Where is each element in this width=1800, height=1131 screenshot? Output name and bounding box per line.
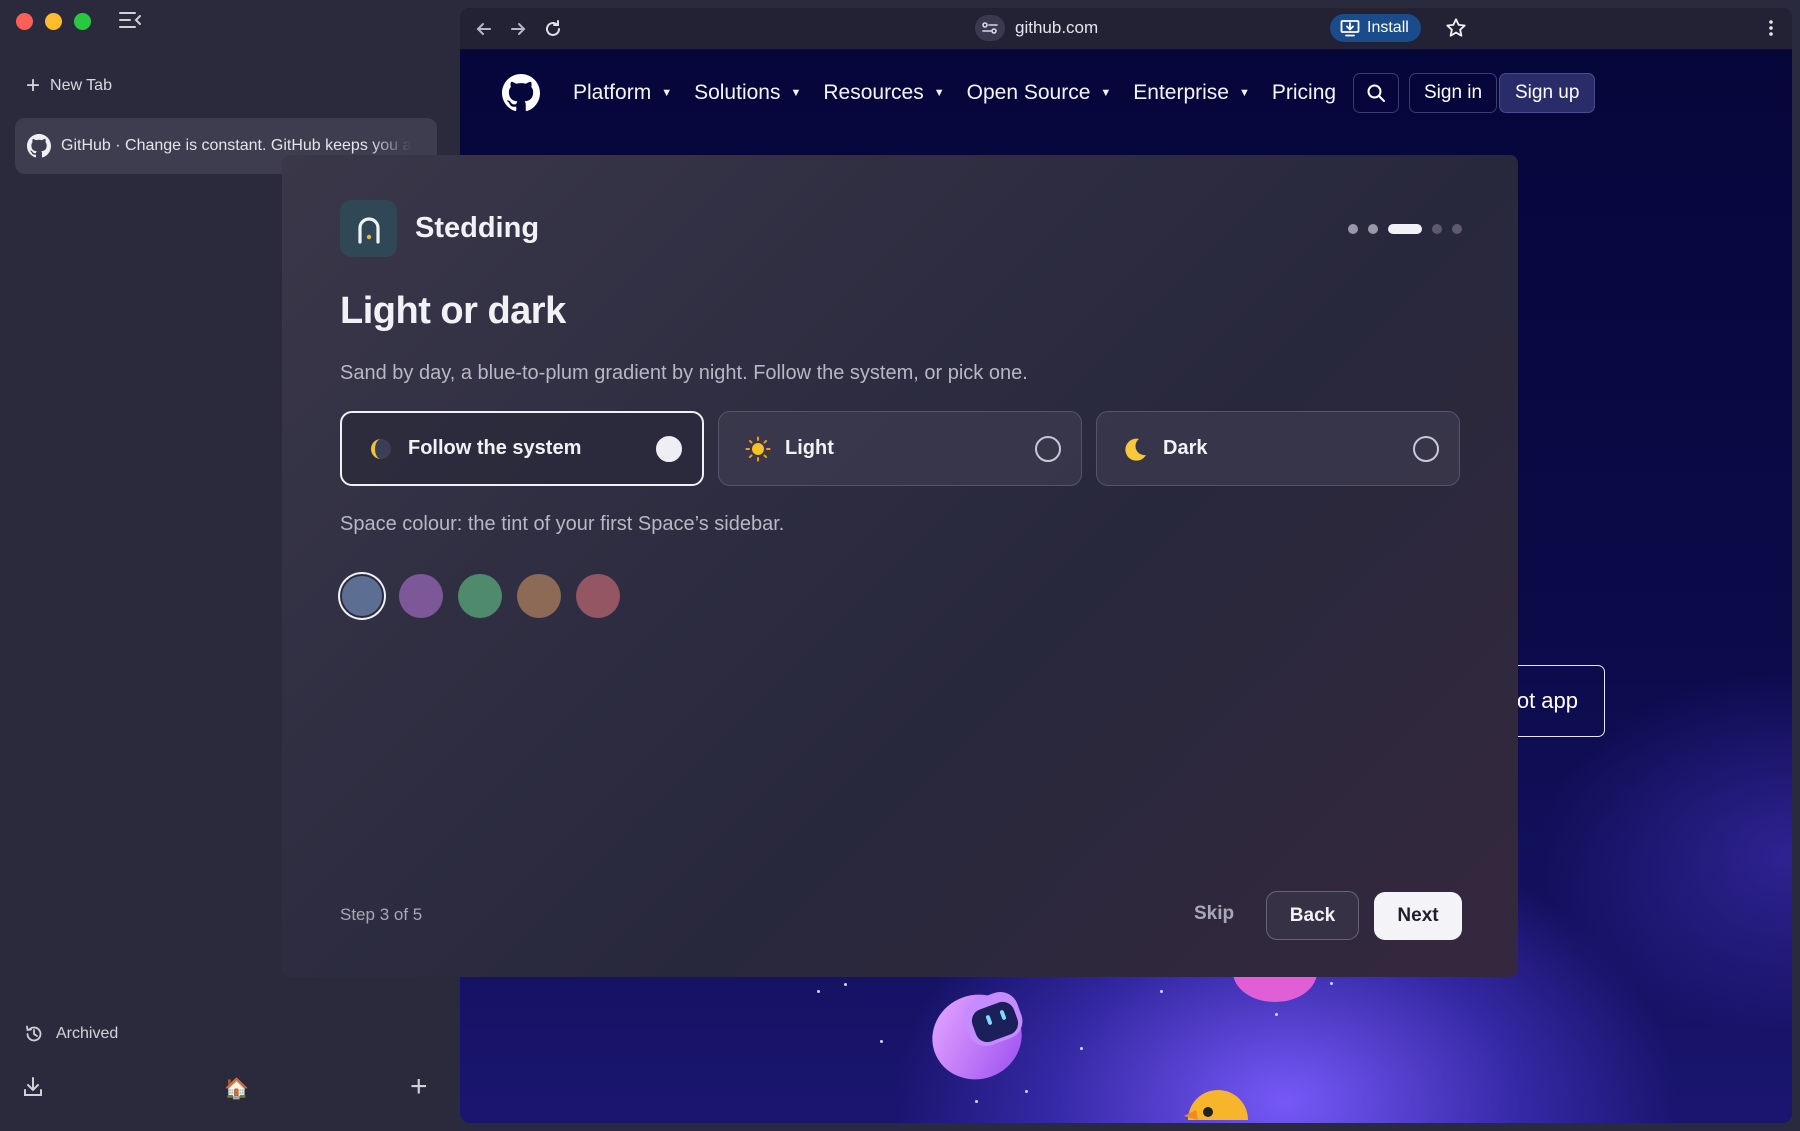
- address-bar[interactable]: github.com: [975, 15, 1098, 41]
- copilot-robot-illustration: [932, 991, 1023, 1080]
- close-window-button[interactable]: [16, 13, 33, 30]
- history-icon: [26, 1025, 42, 1042]
- swatch-rose[interactable]: [576, 574, 620, 618]
- more-menu-icon[interactable]: [1768, 18, 1774, 43]
- theme-option-label: Follow the system: [408, 437, 582, 459]
- half-moon-icon: [368, 436, 394, 462]
- window-controls: [16, 13, 91, 30]
- add-space-button[interactable]: +: [410, 1070, 428, 1104]
- swatch-green[interactable]: [458, 574, 502, 618]
- skip-button[interactable]: Skip: [1178, 890, 1250, 938]
- sidebar-toggle-icon[interactable]: [118, 10, 144, 32]
- nav-enterprise[interactable]: Enterprise ▼: [1133, 81, 1250, 105]
- plus-icon: +: [26, 72, 41, 99]
- next-button[interactable]: Next: [1374, 892, 1462, 940]
- swatch-brown[interactable]: [517, 574, 561, 618]
- nav-platform[interactable]: Platform ▼: [573, 81, 672, 105]
- crescent-moon-icon: [1123, 436, 1149, 462]
- sidebar-bottom-bar: 🏠 +: [22, 1070, 438, 1104]
- new-tab-label: New Tab: [50, 77, 112, 94]
- step-counter: Step 3 of 5: [340, 905, 423, 924]
- site-settings-icon[interactable]: [975, 15, 1005, 41]
- github-logo-icon[interactable]: [502, 74, 540, 112]
- radio-unselected[interactable]: [1413, 435, 1439, 462]
- step-progress-indicator: [1348, 224, 1462, 234]
- radio-selected[interactable]: [656, 435, 682, 462]
- stedding-logo-icon: [340, 200, 397, 257]
- minimize-window-button[interactable]: [45, 13, 62, 30]
- theme-option-system[interactable]: Follow the system: [340, 411, 704, 486]
- new-tab-button[interactable]: + New Tab: [26, 74, 112, 98]
- nav-open-source[interactable]: Open Source ▼: [967, 81, 1112, 105]
- nav-pricing[interactable]: Pricing: [1272, 81, 1336, 105]
- maximize-window-button[interactable]: [74, 13, 91, 30]
- theme-option-dark[interactable]: Dark: [1096, 411, 1460, 486]
- github-header: Platform ▼ Solutions ▼ Resources ▼ Open Sou…: [460, 50, 1792, 142]
- radio-unselected[interactable]: [1035, 435, 1061, 462]
- duck-illustration: [1184, 1090, 1248, 1120]
- back-arrow-icon[interactable]: [474, 19, 496, 41]
- brand-name: Stedding: [415, 212, 540, 244]
- space-colour-label: Space colour: the tint of your first Spa…: [340, 513, 785, 535]
- progress-dot-current: [1388, 224, 1422, 234]
- sun-icon: [745, 436, 771, 462]
- archived-label: Archived: [56, 1025, 119, 1042]
- reload-icon[interactable]: [543, 19, 565, 41]
- swatch-slate-blue[interactable]: [340, 574, 384, 618]
- progress-dot: [1348, 224, 1358, 234]
- sign-in-button[interactable]: Sign in: [1409, 73, 1498, 113]
- browser-toolbar: github.com Install: [460, 8, 1792, 50]
- brand-header: Stedding: [340, 200, 539, 257]
- forward-arrow-icon[interactable]: [508, 19, 530, 41]
- back-button[interactable]: Back: [1266, 891, 1359, 940]
- progress-dot: [1432, 224, 1442, 234]
- github-favicon-icon: [27, 134, 51, 158]
- download-icon[interactable]: [22, 1076, 44, 1103]
- swatch-purple[interactable]: [399, 574, 443, 618]
- archived-button[interactable]: Archived: [24, 1024, 118, 1044]
- dialog-subtitle: Sand by day, a blue-to-plum gradient by …: [340, 362, 1028, 384]
- chevron-down-icon: ▼: [661, 87, 673, 99]
- chevron-down-icon: ▼: [1239, 87, 1250, 99]
- space-colour-swatches: [340, 574, 620, 618]
- theme-option-label: Dark: [1163, 437, 1208, 459]
- theme-options: Follow the system Light Dark: [340, 411, 1460, 486]
- progress-dot: [1452, 224, 1462, 234]
- sign-up-button[interactable]: Sign up: [1499, 73, 1596, 113]
- github-main-menu: Platform ▼ Solutions ▼ Resources ▼ Open Sou…: [573, 81, 1358, 105]
- tab-title: GitHub · Change is constant. GitHub keep…: [61, 137, 411, 154]
- install-label: Install: [1367, 19, 1409, 36]
- nav-resources[interactable]: Resources ▼: [823, 81, 944, 105]
- nav-solutions[interactable]: Solutions ▼: [694, 81, 801, 105]
- chevron-down-icon: ▼: [1100, 87, 1112, 99]
- chevron-down-icon: ▼: [790, 87, 802, 99]
- dialog-title: Light or dark: [340, 290, 566, 332]
- theme-option-label: Light: [785, 437, 834, 459]
- theme-option-light[interactable]: Light: [718, 411, 1082, 486]
- search-icon: [1367, 84, 1385, 102]
- url-text: github.com: [1015, 18, 1099, 37]
- install-monitor-icon: [1340, 20, 1360, 37]
- chevron-down-icon: ▼: [933, 87, 945, 99]
- onboarding-dialog: Stedding Light or dark Sand by day, a bl…: [282, 155, 1518, 977]
- home-space-icon[interactable]: 🏠: [224, 1076, 249, 1101]
- github-search-button[interactable]: [1353, 73, 1399, 113]
- install-app-button[interactable]: Install: [1330, 14, 1421, 42]
- progress-dot: [1368, 224, 1378, 234]
- bookmark-star-icon[interactable]: [1445, 17, 1467, 44]
